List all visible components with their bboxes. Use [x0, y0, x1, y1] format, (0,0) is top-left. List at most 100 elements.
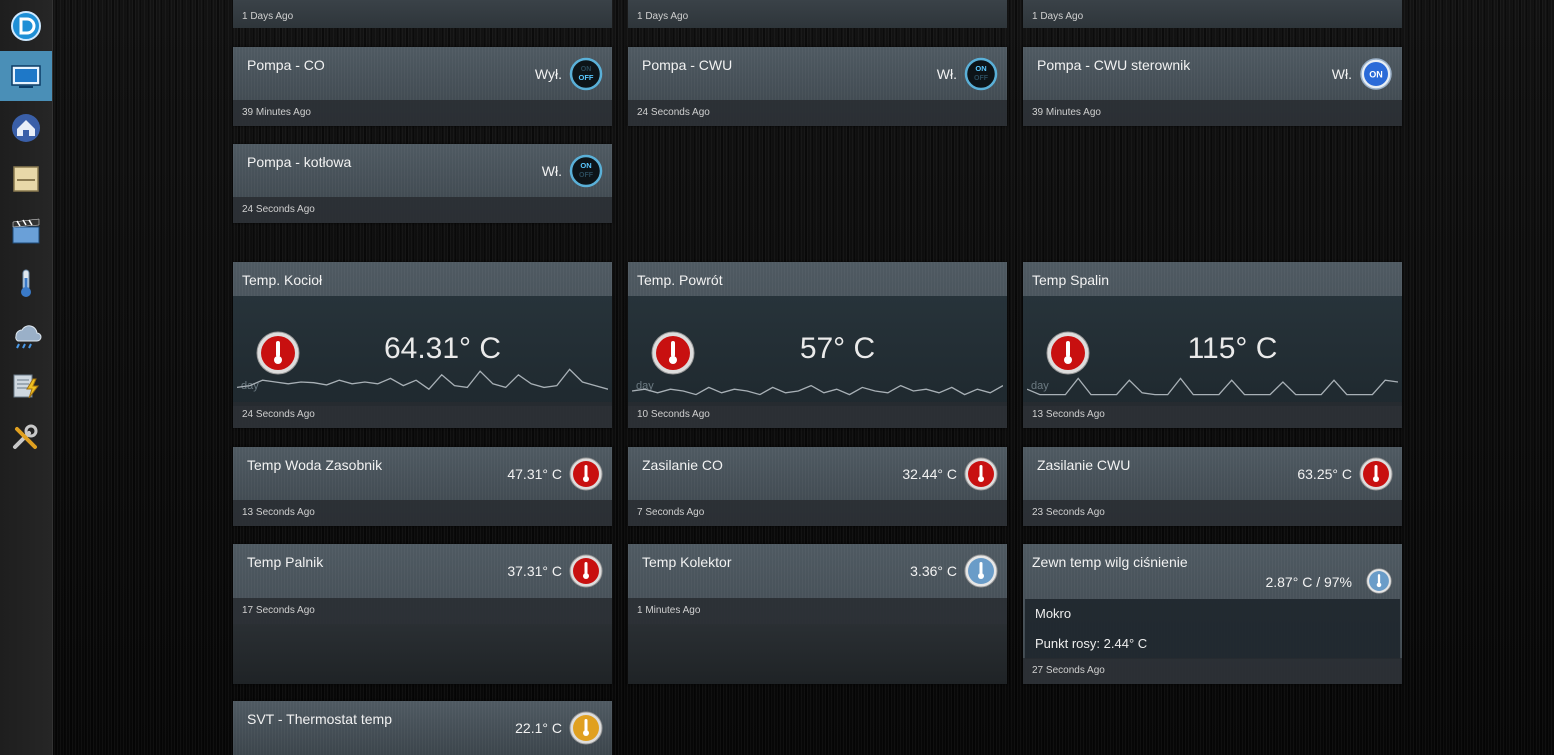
switch-onoff-icon[interactable]: ON OFF — [569, 154, 603, 188]
svg-text:ON: ON — [581, 66, 592, 73]
device-status: Wł. — [1331, 66, 1352, 82]
weather-condition-row: Mokro — [1025, 599, 1400, 629]
temp-tile-powrot: Temp. Powrót 57° C day 10 Seconds Ago — [628, 262, 1007, 428]
logo-icon[interactable] — [0, 1, 52, 51]
tile-footer: 23 Seconds Ago — [1023, 500, 1402, 526]
last-update: 1 Minutes Ago — [637, 605, 701, 616]
device-name: Pompa - CO — [247, 57, 325, 73]
tile-filler — [233, 624, 612, 684]
device-status: Wł. — [936, 66, 957, 82]
temp-tile-kociol: Temp. Kocioł 64.31° C day 24 Seconds Ago — [233, 262, 612, 428]
device-name: Pompa - CWU sterownik — [1037, 57, 1191, 73]
temperature-icon — [21, 269, 31, 297]
tile-top-3: 1 Days Ago — [1023, 0, 1402, 28]
tile-top-1: 1 Days Ago — [233, 0, 612, 28]
switch-off-icon[interactable]: ON OFF — [569, 57, 603, 91]
device-name: Pompa - kotłowa — [247, 154, 352, 170]
switch-tile-pompa-co: Pompa - CO Wył. ON OFF 39 Minutes Ago — [233, 47, 612, 126]
last-update: 39 Minutes Ago — [1032, 107, 1101, 118]
temperature-value: 22.1° C — [515, 720, 562, 736]
temp-tile-spalin: Temp Spalin 115° C day 13 Seconds Ago — [1023, 262, 1402, 428]
device-name: Temp Kolektor — [642, 554, 732, 570]
switch-on-icon[interactable]: ON — [1359, 57, 1393, 91]
device-status: Wył. — [534, 66, 562, 82]
nav-scenes[interactable] — [0, 206, 52, 256]
switch-onoff-icon[interactable]: ON OFF — [964, 57, 998, 91]
nav-weather[interactable] — [0, 310, 52, 360]
tile-footer: 24 Seconds Ago — [233, 402, 612, 428]
dashboard-icon — [11, 65, 41, 88]
last-update: 27 Seconds Ago — [1032, 665, 1105, 676]
weather-condition: Mokro — [1035, 606, 1072, 621]
tile-body: 57° C day — [628, 296, 1007, 406]
thermometer-blue-icon[interactable] — [964, 554, 998, 588]
temp-tile-zasilanie-co: Zasilanie CO 32.44° C 7 Seconds Ago — [628, 447, 1007, 526]
device-name: SVT - Thermostat temp — [247, 711, 392, 727]
temperature-value: 47.31° C — [507, 466, 562, 482]
nav-setup[interactable] — [0, 413, 52, 463]
nav-utility[interactable] — [0, 361, 52, 411]
device-name: Pompa - CWU — [642, 57, 733, 73]
thermometer-blue-icon[interactable] — [1366, 568, 1392, 594]
switches-icon — [13, 166, 39, 192]
last-update: 7 Seconds Ago — [637, 507, 705, 518]
setup-icon — [13, 424, 38, 449]
device-name: Zasilanie CO — [642, 457, 723, 473]
last-update: 1 Days Ago — [1032, 11, 1084, 22]
temperature-value: 64.31° C — [383, 332, 502, 365]
last-update: 17 Seconds Ago — [242, 605, 315, 616]
last-update: 1 Days Ago — [242, 11, 294, 22]
switch-tile-pompa-cwu: Pompa - CWU Wł. ON OFF 24 Seconds Ago — [628, 47, 1007, 126]
nav-switches[interactable] — [0, 154, 52, 204]
thermometer-red-icon[interactable] — [1359, 457, 1393, 491]
thermostat-tile: SVT - Thermostat temp 22.1° C — [233, 701, 612, 755]
temp-tile-palnik: Temp Palnik 37.31° C 17 Seconds Ago — [233, 544, 612, 684]
last-update: 24 Seconds Ago — [637, 107, 710, 118]
last-update: 1 Days Ago — [637, 11, 689, 22]
last-update: 39 Minutes Ago — [242, 107, 311, 118]
sparkline — [1027, 377, 1398, 396]
tile-footer: 13 Seconds Ago — [233, 500, 612, 526]
thermometer-red-icon[interactable] — [569, 457, 603, 491]
nav-dashboard[interactable] — [0, 51, 52, 101]
thermometer-red-icon[interactable] — [569, 554, 603, 588]
temperature-value: 37.31° C — [507, 563, 562, 579]
thermometer-yellow-icon[interactable] — [569, 711, 603, 745]
svg-text:ON: ON — [1369, 70, 1383, 80]
temperature-value: 32.44° C — [902, 466, 957, 482]
temp-tile-woda-zasobnik: Temp Woda Zasobnik 47.31° C 13 Seconds A… — [233, 447, 612, 526]
weather-tile: Zewn temp wilg ciśnienie 2.87° C / 97% M… — [1023, 544, 1402, 684]
last-update: 23 Seconds Ago — [1032, 507, 1105, 518]
temperature-value: 3.36° C — [910, 563, 957, 579]
tile-footer: 27 Seconds Ago — [1023, 658, 1402, 684]
nav-temperature[interactable] — [0, 258, 52, 308]
last-update: 10 Seconds Ago — [637, 409, 710, 420]
tile-footer: 39 Minutes Ago — [1023, 100, 1402, 126]
sparkline — [237, 368, 608, 391]
tile-body: 64.31° C day — [233, 296, 612, 406]
device-name: Zasilanie CWU — [1037, 457, 1131, 473]
temp-tile-kolektor: Temp Kolektor 3.36° C 1 Minutes Ago — [628, 544, 1007, 684]
device-name: Temp Woda Zasobnik — [247, 457, 383, 473]
tile-top-2: 1 Days Ago — [628, 0, 1007, 28]
svg-text:ON: ON — [975, 64, 986, 73]
device-name: Temp Palnik — [247, 554, 324, 570]
tile-footer: 7 Seconds Ago — [628, 500, 1007, 526]
device-name: Temp. Kocioł — [242, 272, 323, 288]
tile-body: 115° C day — [1023, 296, 1402, 406]
weather-value: 2.87° C / 97% — [1265, 574, 1352, 590]
tile-footer: 17 Seconds Ago — [233, 598, 612, 624]
svg-text:OFF: OFF — [579, 172, 594, 179]
temperature-value: 63.25° C — [1297, 466, 1352, 482]
svg-text:OFF: OFF — [974, 75, 989, 82]
switch-tile-pompa-kotlowa: Pompa - kotłowa Wł. ON OFF 24 Seconds Ago — [233, 144, 612, 223]
dew-point-row: Punkt rosy: 2.44° C — [1025, 629, 1400, 659]
nav-floorplan[interactable] — [0, 103, 52, 153]
dew-point: Punkt rosy: 2.44° C — [1035, 636, 1148, 651]
last-update: 24 Seconds Ago — [242, 204, 315, 215]
device-name: Temp. Powrót — [637, 272, 723, 288]
thermometer-red-icon[interactable] — [964, 457, 998, 491]
temp-tile-zasilanie-cwu: Zasilanie CWU 63.25° C 23 Seconds Ago — [1023, 447, 1402, 526]
tile-footer: 39 Minutes Ago — [233, 100, 612, 126]
tile-footer: 1 Minutes Ago — [628, 598, 1007, 624]
